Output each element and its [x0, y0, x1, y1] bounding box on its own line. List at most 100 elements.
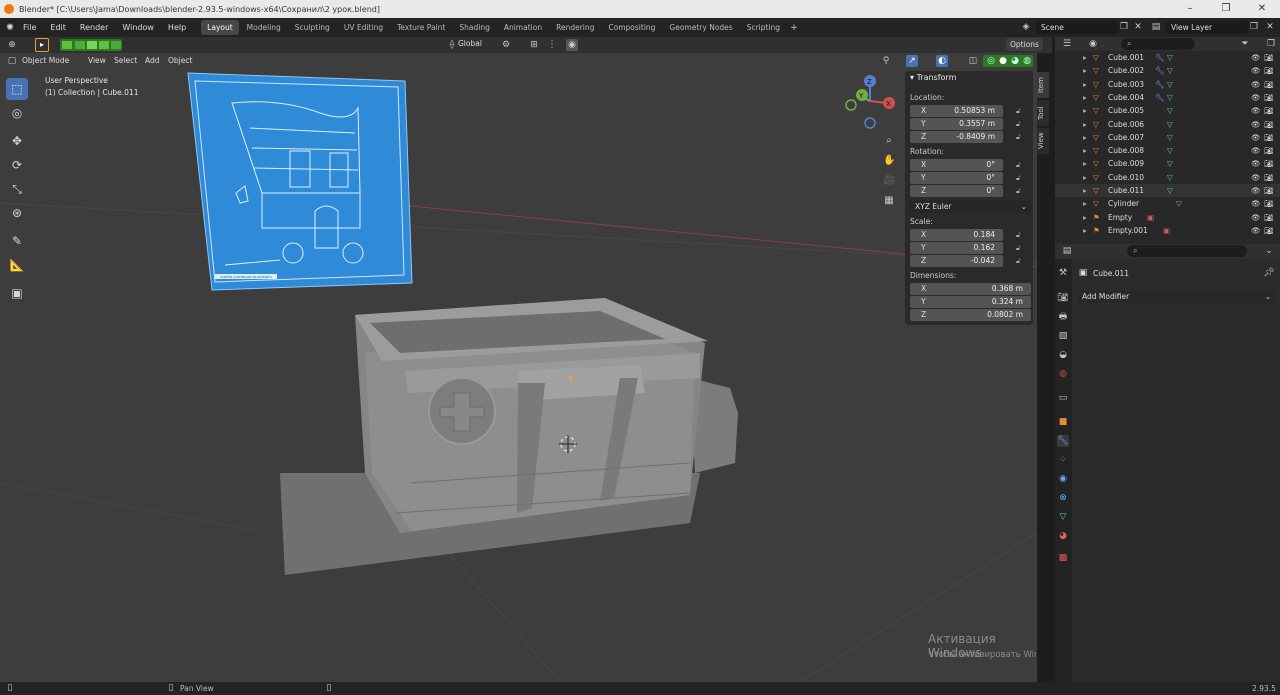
view-layer-icon[interactable]: ▤ — [1150, 21, 1162, 33]
transform-orientation-dropdown[interactable]: Global — [458, 39, 482, 48]
scene-canvas[interactable]: SCREEN CARDBOARD BLUEPRINTS Z X Y — [0, 53, 1037, 682]
rotation-x-field[interactable]: X 0° — [910, 159, 1003, 171]
expand-arrow-icon[interactable]: ▸ — [1083, 51, 1087, 64]
expand-arrow-icon[interactable]: ▸ — [1083, 78, 1087, 91]
location-y-field[interactable]: Y 0.3557 m — [910, 118, 1003, 130]
menu-add[interactable]: Add — [145, 56, 160, 65]
ortho-grid-icon[interactable]: ▦ — [883, 195, 895, 207]
overlay-toggle-icon[interactable]: ◐ — [936, 55, 948, 67]
filter-icon[interactable]: ⏷ — [1239, 38, 1251, 50]
outliner-row[interactable]: ▸ ▽ Cube.005 ▽ 👁︎ 📷︎ — [1055, 104, 1280, 117]
tab-geometry-nodes[interactable]: Geometry Nodes — [663, 20, 738, 35]
expand-arrow-icon[interactable]: ▸ — [1083, 64, 1087, 77]
material-properties-icon[interactable]: ◕ — [1057, 530, 1069, 542]
render-camera-icon[interactable]: 📷︎ — [1264, 224, 1274, 237]
visibility-eye-icon[interactable]: 👁︎ — [1251, 118, 1261, 131]
extend-selection-icon[interactable] — [75, 41, 85, 49]
new-view-layer-icon[interactable]: ❐ — [1248, 21, 1260, 33]
output-properties-icon[interactable]: 🖶 — [1057, 311, 1069, 323]
render-camera-icon[interactable]: 📷︎ — [1264, 78, 1274, 91]
wireframe-shading-icon[interactable]: ◎ — [985, 55, 997, 67]
dimensions-x-field[interactable]: X 0.368 m — [910, 283, 1031, 295]
visibility-eye-icon[interactable]: 👁︎ — [1251, 211, 1261, 224]
outliner-row[interactable]: ▸ ▽ Cube.009 ▽ 👁︎ 📷︎ — [1055, 157, 1280, 170]
view-layer-properties-icon[interactable]: ▧ — [1057, 330, 1069, 342]
lock-icon[interactable]: 🔓︎ — [1016, 257, 1026, 267]
render-camera-icon[interactable]: 📷︎ — [1264, 131, 1274, 144]
scale-y-field[interactable]: Y 0.162 — [910, 242, 1003, 254]
menu-edit[interactable]: Edit — [43, 23, 73, 32]
render-camera-icon[interactable]: 📷︎ — [1264, 197, 1274, 210]
properties-search-input[interactable]: ⌕ — [1127, 245, 1247, 257]
scale-x-field[interactable]: X 0.184 — [910, 229, 1003, 241]
menu-object[interactable]: Object — [168, 56, 192, 65]
gizmo-toggle-icon[interactable]: ↗ — [906, 55, 918, 67]
tab-view[interactable]: View — [1037, 128, 1049, 154]
outliner-row[interactable]: ▸ ▽ Cube.011 ▽ 👁︎ 📷︎ — [1055, 184, 1280, 197]
add-modifier-dropdown[interactable]: Add Modifier ⌄ — [1078, 291, 1275, 303]
visibility-eye-icon[interactable]: 👁︎ — [1251, 64, 1261, 77]
render-camera-icon[interactable]: 📷︎ — [1264, 64, 1274, 77]
visibility-eye-icon[interactable]: 👁︎ — [1251, 91, 1261, 104]
world-properties-icon[interactable]: ◍ — [1057, 368, 1069, 380]
pin-icon[interactable]: 📌︎ — [1263, 267, 1275, 279]
new-collection-icon[interactable]: ❐ — [1265, 38, 1277, 50]
tab-item[interactable]: Item — [1037, 72, 1049, 98]
render-camera-icon[interactable]: 📷︎ — [1264, 118, 1274, 131]
lock-icon[interactable]: 🔓︎ — [1016, 161, 1026, 171]
render-camera-icon[interactable]: 📷︎ — [1264, 211, 1274, 224]
rotation-mode-dropdown[interactable]: XYZ Euler ⌄ — [910, 201, 1031, 213]
outliner-editor-icon[interactable]: ☰ — [1061, 38, 1073, 50]
tab-shading[interactable]: Shading — [453, 20, 495, 35]
visibility-eye-icon[interactable]: 👁︎ — [1251, 144, 1261, 157]
visibility-eye-icon[interactable]: 👁︎ — [1251, 51, 1261, 64]
intersect-selection-icon[interactable] — [111, 41, 121, 49]
menu-select[interactable]: Select — [114, 56, 137, 65]
solid-shading-icon[interactable]: ● — [997, 55, 1009, 67]
blueprint-reference-image[interactable]: SCREEN CARDBOARD BLUEPRINTS — [187, 72, 413, 291]
scale-tool[interactable]: ⤡ — [6, 178, 28, 200]
lock-icon[interactable]: 🔓︎ — [1016, 231, 1026, 241]
new-scene-icon[interactable]: ❐ — [1118, 21, 1130, 33]
camera-icon[interactable]: 🎥 — [883, 175, 895, 187]
tab-scripting[interactable]: Scripting — [741, 20, 786, 35]
tool-properties-icon[interactable]: ⚒ — [1057, 267, 1069, 279]
visibility-eye-icon[interactable]: 👁︎ — [1251, 157, 1261, 170]
pan-hand-icon[interactable]: ✋ — [883, 155, 895, 167]
display-mode-icon[interactable]: ◉ — [1087, 38, 1099, 50]
outliner-row[interactable]: ▸ ▽ Cube.002 🔧︎ ▽ 👁︎ 📷︎ — [1055, 64, 1280, 77]
outliner-row[interactable]: ▸ ▽ Cube.003 🔧︎ ▽ 👁︎ 📷︎ — [1055, 78, 1280, 91]
add-workspace-icon[interactable]: + — [788, 22, 800, 34]
chest-model[interactable] — [280, 298, 738, 575]
render-camera-icon[interactable]: 📷︎ — [1264, 171, 1274, 184]
render-properties-icon[interactable]: 📷︎ — [1057, 292, 1069, 304]
minimize-icon[interactable]: – — [1172, 0, 1208, 18]
visibility-eye-icon[interactable]: 👁︎ — [1251, 197, 1261, 210]
visibility-eye-icon[interactable]: 👁︎ — [1251, 184, 1261, 197]
expand-arrow-icon[interactable]: ▸ — [1083, 157, 1087, 170]
proportional-edit-icon[interactable]: ◉ — [566, 39, 578, 51]
chevron-down-icon[interactable]: ⌄ — [1263, 245, 1275, 257]
snap-target-icon[interactable]: ⋮ — [546, 39, 558, 51]
outliner-row[interactable]: ▸ ▽ Cube.006 ▽ 👁︎ 📷︎ — [1055, 118, 1280, 131]
add-cube-tool[interactable]: ▣ — [6, 282, 28, 304]
menu-help[interactable]: Help — [161, 23, 193, 32]
tab-layout[interactable]: Layout — [201, 20, 239, 35]
expand-arrow-icon[interactable]: ▸ — [1083, 211, 1087, 224]
tab-rendering[interactable]: Rendering — [550, 20, 600, 35]
physics-properties-icon[interactable]: ◉ — [1057, 473, 1069, 485]
dimensions-y-field[interactable]: Y 0.324 m — [910, 296, 1031, 308]
tab-uv-editing[interactable]: UV Editing — [338, 20, 389, 35]
location-z-field[interactable]: Z -0.8409 m — [910, 131, 1003, 143]
location-x-field[interactable]: X 0.50853 m — [910, 105, 1003, 117]
expand-arrow-icon[interactable]: ▸ — [1083, 184, 1087, 197]
scene-field[interactable]: Scene — [1036, 21, 1118, 34]
scale-z-field[interactable]: Z -0.042 — [910, 255, 1003, 267]
mode-dropdown[interactable]: Object Mode — [22, 56, 69, 65]
dimensions-z-field[interactable]: Z 0.0802 m — [910, 309, 1031, 321]
view-layer-field[interactable]: View Layer — [1166, 21, 1248, 34]
outliner-search-input[interactable]: ⌕ — [1121, 38, 1195, 50]
scene-properties-icon[interactable]: ◒ — [1057, 349, 1069, 361]
lock-icon[interactable]: 🔓︎ — [1016, 133, 1026, 143]
tab-texture-paint[interactable]: Texture Paint — [391, 20, 451, 35]
